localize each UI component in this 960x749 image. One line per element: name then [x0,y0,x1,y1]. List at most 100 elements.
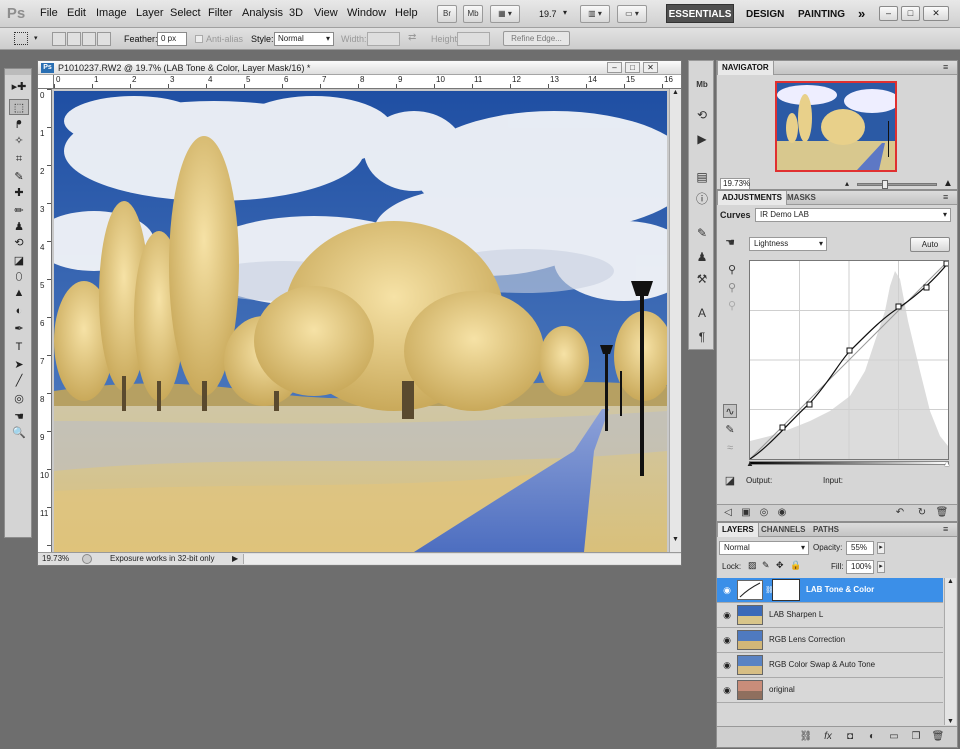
layer-row-lab-tone-color[interactable]: ◉ ⛓ LAB Tone & Color [717,578,943,603]
fill-input[interactable]: 100% [846,560,874,574]
blend-mode-select[interactable]: Normal ▾ [719,541,809,555]
navigator-zoom-field[interactable]: 19.73% [720,178,750,190]
fill-slider-icon[interactable]: ▸ [877,561,885,573]
navigator-thumbnail[interactable] [775,81,897,172]
new-selection-icon[interactable] [52,32,66,46]
horizontal-scrollbar[interactable] [243,554,681,564]
eye-icon[interactable]: ◉ [720,584,734,596]
tab-navigator[interactable]: NAVIGATOR [717,61,774,75]
quick-select-tool-icon[interactable]: ✧ [9,133,29,149]
history-brush-tool-icon[interactable]: ⟲ [9,235,29,251]
return-to-list-icon[interactable]: ◁ [721,506,735,520]
mini-bridge-panel-icon[interactable]: Mb [694,77,710,93]
layer-row-original[interactable]: ◉ original [717,678,943,703]
black-slider-icon[interactable]: ▲ [746,459,754,468]
bridge-button[interactable]: Br [437,5,457,23]
visibility-icon[interactable]: ◉ [775,506,789,520]
channel-select[interactable]: Lightness ▾ [749,237,827,251]
expand-view-icon[interactable]: ▣ [739,506,753,520]
layer-row-rgb-color-swap[interactable]: ◉ RGB Color Swap & Auto Tone [717,653,943,678]
marquee-tool-icon[interactable]: ⬚ [9,99,29,115]
arrange-documents-dropdown[interactable]: ▥ ▾ [580,5,610,23]
hand-tool-icon[interactable]: ☚ [9,409,29,425]
actions-panel-icon[interactable]: ▶ [694,131,710,147]
eye-icon[interactable]: ◉ [720,634,734,646]
smooth-curve-icon[interactable]: ≈ [723,441,737,455]
curves-graph[interactable] [749,260,950,460]
add-mask-icon[interactable]: ◘ [843,730,857,744]
style-select[interactable]: Normal ▾ [274,32,334,46]
opacity-input[interactable]: 55% [846,541,874,555]
menu-help[interactable]: Help [395,7,418,19]
zoom-out-icon[interactable]: ▴ [845,179,849,188]
layer-row-lab-sharpen[interactable]: ◉ LAB Sharpen L [717,603,943,628]
navigator-zoom-slider[interactable] [857,180,937,189]
tool-preset-dropdown-icon[interactable]: ▾ [34,34,38,42]
layer-style-icon[interactable]: fx [821,730,835,744]
zoom-dropdown-icon[interactable]: ▾ [563,8,567,17]
3d-rotate-tool-icon[interactable]: ◎ [9,391,29,407]
menu-window[interactable]: Window [347,7,386,19]
scroll-down-icon[interactable]: ▼ [947,718,954,725]
workspace-design[interactable]: DESIGN [746,9,784,20]
info-panel-icon[interactable]: ⓘ [694,191,710,207]
menu-filter[interactable]: Filter [208,7,232,19]
swap-icon[interactable]: ⇄ [408,32,416,43]
crop-tool-icon[interactable]: ⌗ [9,151,29,167]
new-group-icon[interactable]: ▭ [887,730,901,744]
panel-menu-icon[interactable]: ≡ [943,524,948,534]
doc-maximize-button[interactable]: □ [625,62,640,73]
tool-presets-panel-icon[interactable]: ⚒ [694,271,710,287]
shape-tool-icon[interactable]: ╱ [9,373,29,389]
eye-icon[interactable]: ◉ [720,659,734,671]
marquee-tool-icon[interactable] [14,32,28,45]
workspace-painting[interactable]: PAINTING [798,9,845,20]
layer-mask-thumb[interactable] [772,579,800,601]
eye-icon[interactable]: ◉ [720,609,734,621]
zoom-tool-icon[interactable]: 🔍 [9,425,29,441]
horizontal-ruler[interactable]: 0 1 2 3 4 5 6 7 8 9 10 11 12 13 14 15 16 [54,75,681,89]
image-canvas[interactable] [54,91,667,552]
blur-tool-icon[interactable]: ▲ [9,285,29,301]
delete-adjustment-icon[interactable]: 🗑 [935,506,949,520]
pencil-draw-icon[interactable]: ✎ [723,423,737,437]
zoom-in-icon[interactable]: ▲ [943,178,953,189]
scroll-up-icon[interactable]: ▲ [947,578,954,585]
layers-scrollbar[interactable]: ▲ ▼ [944,578,956,725]
character-panel-icon[interactable]: A [694,305,710,321]
menu-image[interactable]: Image [96,7,127,19]
lock-image-icon[interactable]: ✎ [762,560,770,571]
black-point-eyedropper-icon[interactable]: ⚲ [725,263,739,277]
curve-point-mode-icon[interactable]: ∿ [723,404,737,418]
healing-brush-tool-icon[interactable]: ✚ [9,185,29,201]
white-point-eyedropper-icon[interactable]: ⚲ [725,299,739,313]
gray-point-eyedropper-icon[interactable]: ⚲ [725,281,739,295]
clone-source-panel-icon[interactable]: ♟ [694,249,710,265]
minimize-button[interactable]: – [879,6,898,21]
antialias-checkbox[interactable] [195,35,203,43]
white-slider-icon[interactable]: ▲ [943,459,951,468]
on-image-adjust-icon[interactable]: ☚ [723,236,737,250]
zoom-slider-thumb[interactable] [882,180,888,189]
vertical-scrollbar[interactable]: ▲ ▼ [669,89,681,555]
panel-menu-icon[interactable]: ≡ [943,62,948,72]
add-selection-icon[interactable] [67,32,81,46]
pen-tool-icon[interactable]: ✒ [9,321,29,337]
clip-to-layer-icon[interactable]: ◎ [757,506,771,520]
close-button[interactable]: ✕ [923,6,949,21]
delete-layer-icon[interactable]: 🗑 [931,730,945,744]
reset-icon[interactable]: ↻ [915,506,929,520]
menu-file[interactable]: File [40,7,58,19]
status-info-icon[interactable] [82,554,92,564]
menu-view[interactable]: View [314,7,338,19]
panel-menu-icon[interactable]: ≡ [943,192,948,202]
width-input[interactable] [367,32,400,46]
curves-preset-select[interactable]: IR Demo LAB ▾ [755,208,951,222]
mini-bridge-button[interactable]: Mb [463,5,483,23]
screen-mode-dropdown[interactable]: ▭ ▾ [617,5,647,23]
layer-row-rgb-lens-correction[interactable]: ◉ RGB Lens Correction [717,628,943,653]
more-workspaces[interactable]: » [858,6,865,21]
menu-layer[interactable]: Layer [136,7,164,19]
previous-state-icon[interactable]: ↶ [893,506,907,520]
vertical-ruler[interactable]: 0 1 2 3 4 5 6 7 8 9 10 11 [38,89,52,555]
